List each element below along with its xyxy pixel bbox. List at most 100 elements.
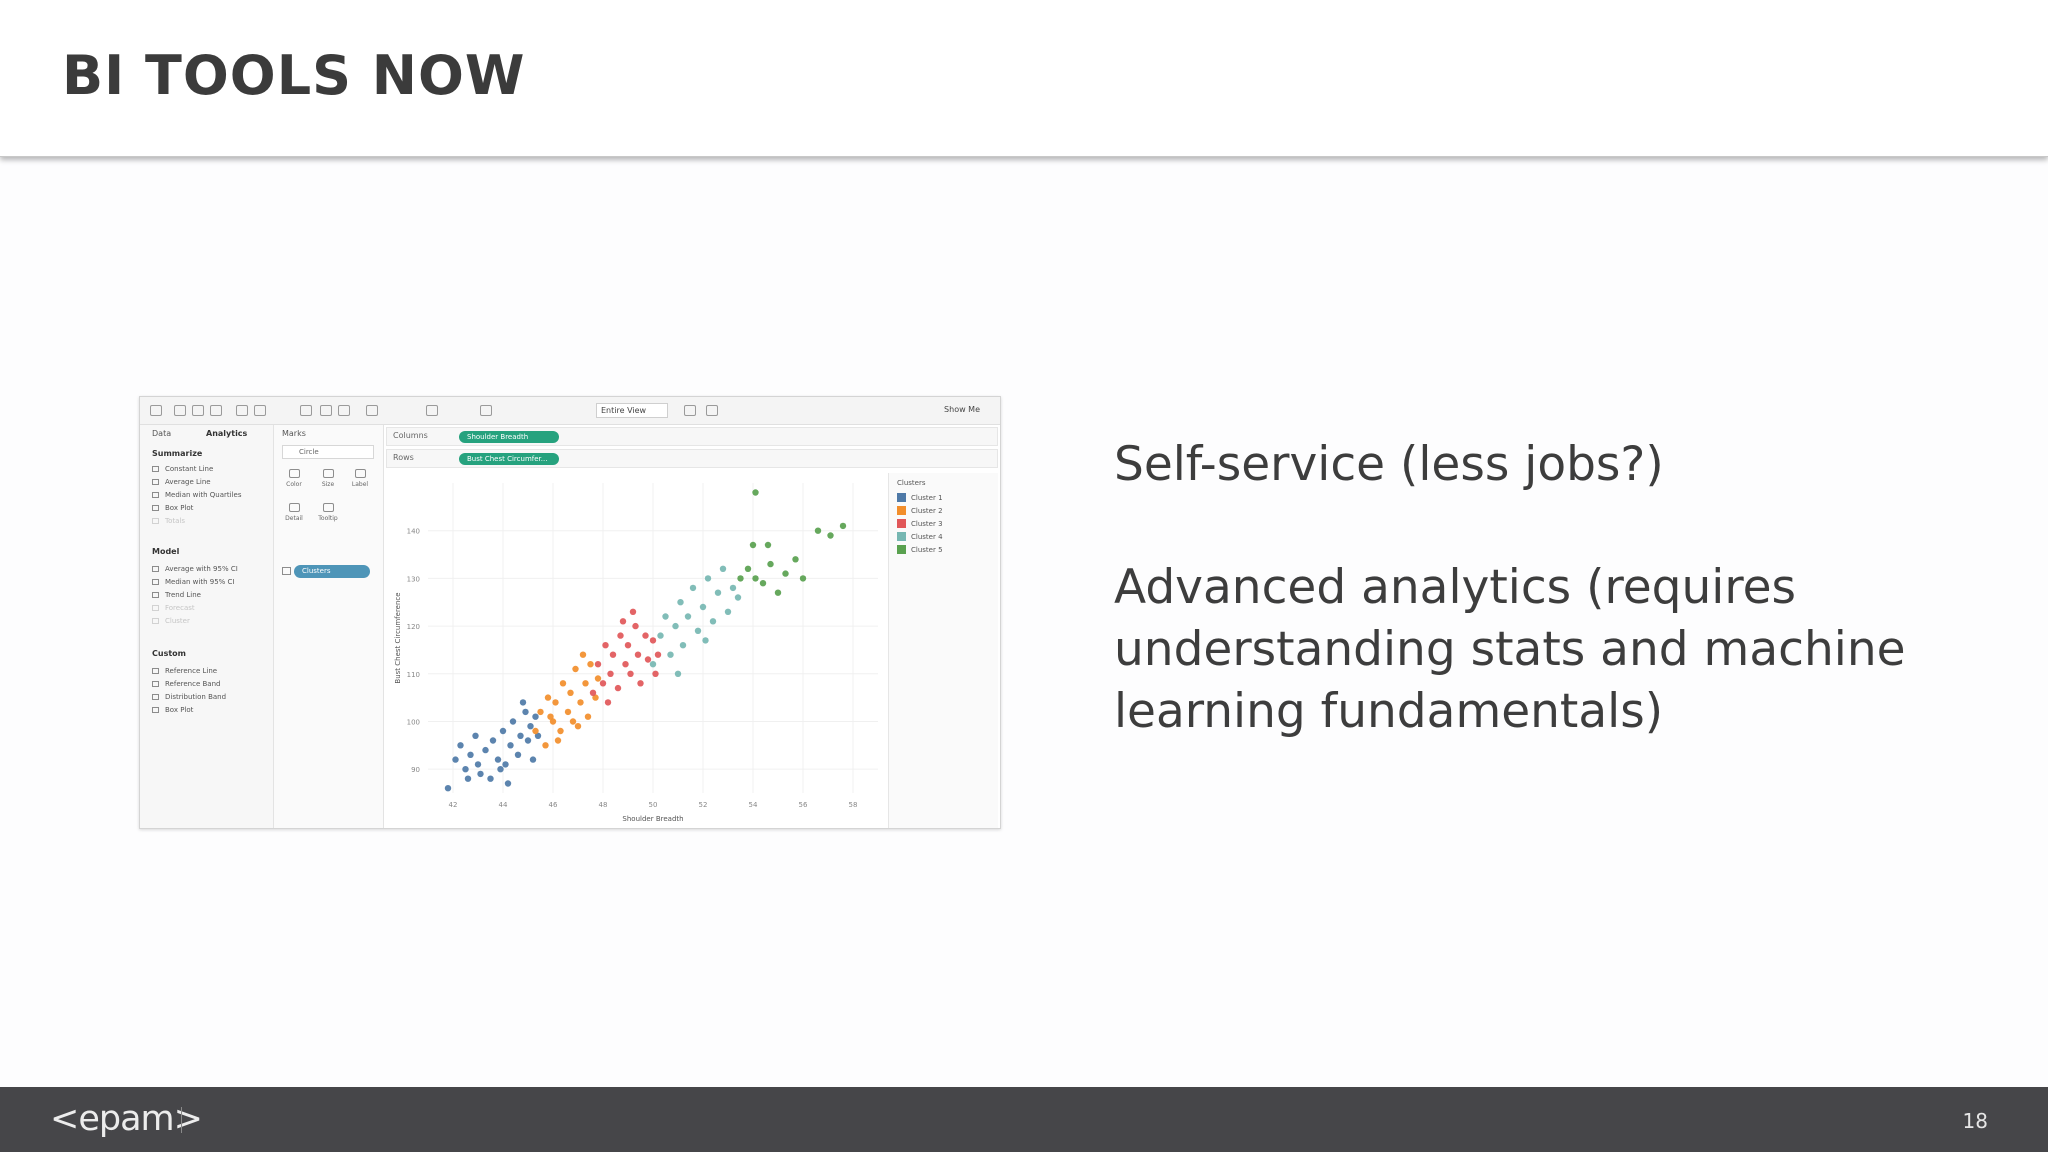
label-mark-button: Label (346, 469, 374, 488)
scatter-point (472, 732, 479, 739)
scatter-point (649, 637, 657, 644)
scatter-point (564, 708, 572, 716)
columns-label: Columns (393, 431, 428, 440)
legend-swatch (897, 519, 906, 528)
scatter-point (657, 632, 664, 639)
tab-data: Data (152, 429, 172, 438)
scatter-point (532, 727, 539, 735)
scatter-point (629, 608, 637, 615)
scatter-point (544, 694, 552, 701)
custom-item: Box Plot (152, 706, 193, 714)
scatter-point (767, 560, 774, 568)
scatter-point (677, 599, 684, 606)
scatter-point (487, 775, 494, 782)
scatter-point (814, 527, 822, 534)
custom-item: Reference Line (152, 667, 217, 675)
analytics-pane: Data Analytics Summarize Constant Line A… (140, 425, 274, 828)
y-axis-label: Bust Chest Circumference (394, 592, 402, 683)
summarize-item: Average Line (152, 478, 211, 486)
scatter-point (652, 670, 659, 677)
scatter-point (542, 742, 549, 749)
rows-label: Rows (393, 453, 414, 462)
scatter-point (719, 565, 727, 572)
scatter-point (509, 718, 517, 725)
scatter-point (582, 680, 589, 687)
scatter-point (619, 618, 627, 625)
size-mark-button: Size (314, 469, 342, 488)
legend-label: Cluster 4 (911, 533, 943, 541)
legend-item: Cluster 2 (897, 506, 943, 515)
y-tick-label: 140 (407, 528, 420, 536)
scatter-point (464, 775, 472, 782)
footer-divider (181, 1107, 182, 1133)
scatter-point (649, 661, 657, 668)
x-tick-label: 52 (699, 801, 708, 809)
rows-pill: Bust Chest Circumfer... (459, 453, 559, 465)
marks-pane: Marks Circle Color Size Label Detail Too… (274, 425, 384, 828)
scatter-point (827, 532, 834, 539)
scatter-point (552, 699, 559, 706)
scatter-point (702, 637, 709, 644)
plot-background (386, 473, 886, 828)
y-tick-label: 90 (411, 766, 420, 774)
scatter-point (499, 727, 507, 735)
custom-item: Reference Band (152, 680, 220, 688)
scatter-point (452, 756, 459, 763)
scatter-point (679, 642, 687, 649)
slide-header: BI TOOLS NOW (0, 0, 2048, 157)
summarize-item: Box Plot (152, 504, 193, 512)
scatter-point (574, 723, 582, 730)
scatter-point (709, 618, 717, 625)
epam-logo: <epam> (50, 1099, 203, 1139)
scatter-point (839, 522, 847, 530)
scatter-point (759, 580, 767, 587)
y-tick-label: 110 (407, 671, 420, 679)
scatter-point (557, 727, 564, 735)
legend-item: Cluster 1 (897, 493, 943, 502)
scatter-point (594, 661, 602, 668)
scatter-point (737, 575, 744, 582)
scatter-point (457, 742, 464, 749)
legend-item: Cluster 3 (897, 519, 943, 528)
scatter-point (477, 770, 484, 778)
scatter-point (614, 684, 622, 692)
bullet-self-service: Self-service (less jobs?) (1114, 437, 1664, 492)
scatter-point (729, 584, 737, 592)
scatter-point (734, 594, 742, 601)
view-mode-select: Entire View (596, 403, 668, 418)
tooltip-mark-button: Tooltip (314, 503, 342, 522)
scatter-point (602, 642, 609, 649)
scatter-point (504, 780, 512, 787)
scatter-point (517, 732, 524, 739)
page-number: 18 (1962, 1109, 1988, 1133)
slide-title: BI TOOLS NOW (62, 44, 526, 107)
new-datasource-icon (236, 405, 248, 416)
bullet-advanced-analytics: Advanced analytics (requires understandi… (1114, 560, 1906, 739)
scatter-point (462, 766, 469, 773)
chart-icon (684, 405, 696, 416)
mark-type-select: Circle (282, 445, 374, 459)
clusters-pill: Clusters (294, 565, 370, 578)
scatter-point (502, 761, 509, 768)
scatter-point (529, 756, 537, 763)
legend-label: Cluster 3 (911, 520, 943, 528)
columns-pill: Shoulder Breadth (459, 431, 559, 443)
y-tick-label: 100 (407, 718, 420, 726)
y-tick-label: 120 (407, 623, 420, 631)
x-tick-label: 44 (499, 801, 508, 809)
legend-title: Clusters (897, 479, 926, 487)
x-tick-label: 54 (749, 801, 758, 809)
custom-header: Custom (152, 649, 186, 658)
undo-icon (174, 405, 186, 416)
scatter-point (537, 708, 544, 716)
home-icon (150, 405, 162, 416)
scatter-point (527, 723, 534, 730)
x-tick-label: 48 (599, 801, 608, 809)
scatter-point (474, 761, 482, 768)
x-tick-label: 56 (799, 801, 808, 809)
duplicate-icon (320, 405, 332, 416)
scatter-point (569, 718, 577, 725)
scatter-point (599, 680, 607, 687)
detail-mark-button: Detail (280, 503, 308, 522)
x-axis-label: Shoulder Breadth (622, 815, 683, 823)
